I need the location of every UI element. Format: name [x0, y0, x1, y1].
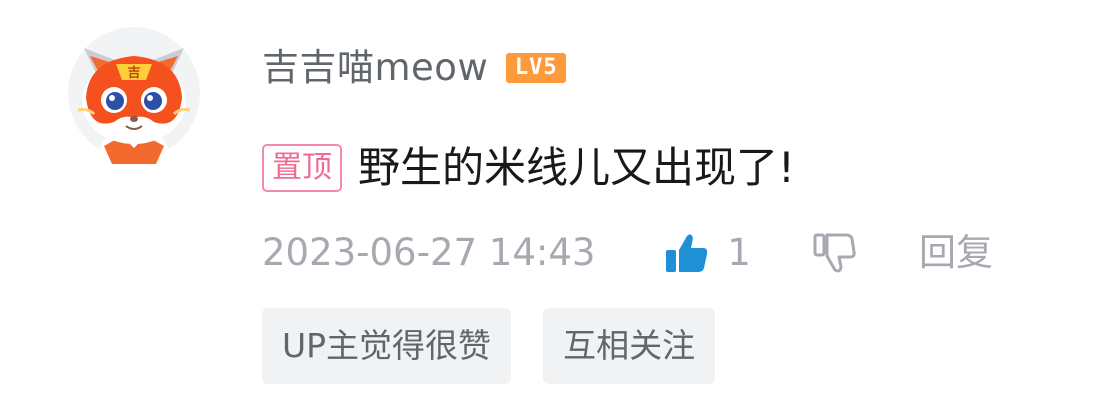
comment-text: 野生的米线儿又出现了!: [358, 143, 795, 192]
comment-meta: 2023-06-27 14:43 1 回复: [262, 226, 993, 280]
thumbs-down-icon: [813, 233, 856, 273]
reply-button[interactable]: 回复: [919, 226, 993, 280]
like-button[interactable]: [663, 230, 709, 276]
pinned-tag: 置顶: [262, 144, 342, 192]
avatar[interactable]: 吉: [64, 18, 204, 168]
like-count: 1: [727, 231, 751, 274]
level-badge: LV5: [506, 53, 567, 83]
tag-chip-up-liked[interactable]: UP主觉得很赞: [262, 308, 512, 384]
username[interactable]: 吉吉喵meow: [262, 40, 488, 96]
quick-tags: UP主觉得很赞 互相关注: [262, 308, 716, 384]
dislike-button[interactable]: [811, 230, 857, 276]
thumbs-up-icon: [666, 234, 708, 272]
comment-header: 吉吉喵meow LV5: [262, 40, 567, 96]
comment-body: 置顶 野生的米线儿又出现了!: [262, 138, 795, 198]
svg-text:吉: 吉: [127, 66, 140, 81]
cat-mascot-avatar-icon: 吉: [68, 27, 200, 168]
comment-timestamp: 2023-06-27 14:43: [262, 231, 596, 274]
comment-item: 吉 吉吉喵meow LV5 置顶 野生的米线儿又出现了! 2023-06-27 …: [0, 0, 1097, 405]
tag-chip-mutual-follow[interactable]: 互相关注: [543, 308, 716, 384]
